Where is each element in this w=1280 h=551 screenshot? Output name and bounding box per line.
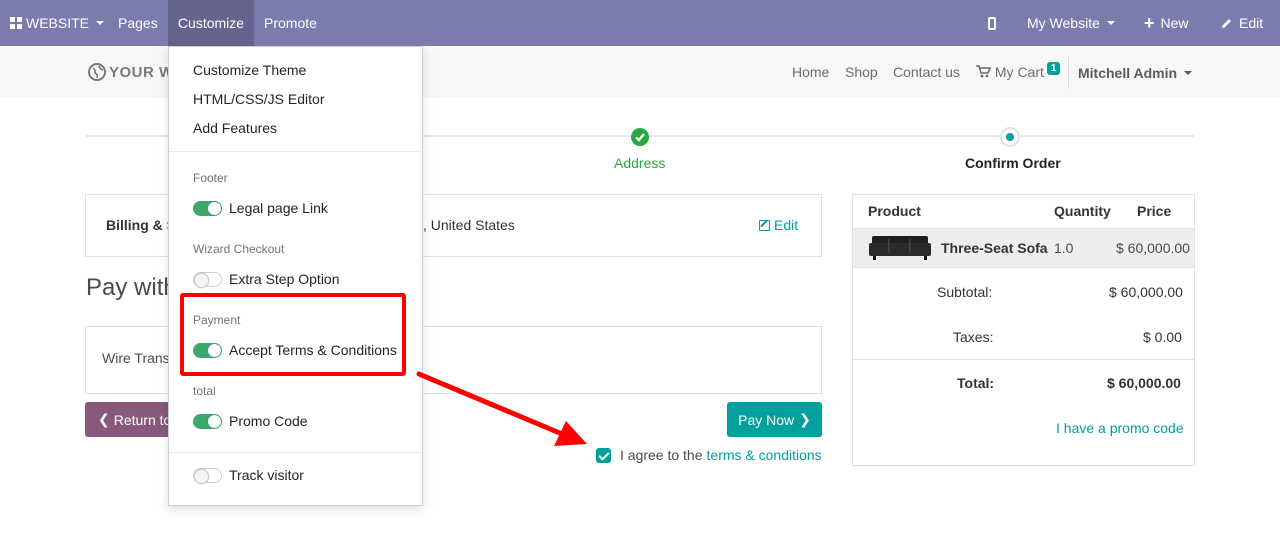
toggle-label: Track visitor xyxy=(229,467,304,483)
new-button[interactable]: + New xyxy=(1144,0,1189,46)
taxes-label: Taxes: xyxy=(953,329,994,345)
cart-label: My Cart xyxy=(994,64,1044,80)
menu-item-html-css-js-editor[interactable]: HTML/CSS/JS Editor xyxy=(193,91,324,107)
toggle-track-visitor[interactable]: Track visitor xyxy=(193,467,304,484)
user-menu[interactable]: Mitchell Admin xyxy=(1068,56,1193,89)
step-done-check-icon xyxy=(631,128,649,146)
mobile-icon xyxy=(988,16,996,30)
product-quantity: 1.0 xyxy=(1054,240,1074,256)
nav-shop[interactable]: Shop xyxy=(845,64,878,80)
user-name: Mitchell Admin xyxy=(1078,64,1178,81)
pay-now-label: Pay Now xyxy=(738,411,795,428)
my-website-menu[interactable]: My Website xyxy=(1027,0,1115,46)
mobile-preview-button[interactable] xyxy=(988,0,996,46)
col-header-quantity: Quantity xyxy=(1054,203,1111,219)
billing-address-text: , United States xyxy=(423,217,515,233)
col-header-price: Price xyxy=(1137,203,1172,219)
payment-method-label: Wire Trans xyxy=(102,350,170,366)
step-current-dot-icon xyxy=(1000,127,1020,147)
order-summary-card: Product Quantity Price Three-Seat Sofa 1… xyxy=(852,194,1195,466)
promo-code-link[interactable]: I have a promo code xyxy=(1056,420,1184,436)
nav-cart[interactable]: My Cart 1 xyxy=(976,62,1061,81)
customize-dropdown-menu: Customize Theme HTML/CSS/JS Editor Add F… xyxy=(168,46,423,506)
toggle-promo-code[interactable]: Promo Code xyxy=(193,413,308,429)
my-website-label: My Website xyxy=(1027,15,1100,31)
divider xyxy=(169,452,422,453)
caret-down-icon xyxy=(1106,21,1115,25)
menu-item-customize-theme[interactable]: Customize Theme xyxy=(193,62,306,78)
terms-checkbox[interactable] xyxy=(596,447,611,463)
toggle-accept-terms-conditions[interactable]: Accept Terms & Conditions xyxy=(193,342,397,358)
billing-label: Billing & S xyxy=(106,217,176,233)
total-value: $ 60,000.00 xyxy=(1107,375,1181,391)
cart-count-badge: 1 xyxy=(1046,62,1061,75)
terms-agreement: I agree to the terms & conditions xyxy=(596,447,822,463)
section-header-payment: Payment xyxy=(193,313,241,327)
menu-item-add-features[interactable]: Add Features xyxy=(193,120,277,136)
toggle-extra-step-option[interactable]: Extra Step Option xyxy=(193,271,340,288)
apps-grid-icon xyxy=(10,17,22,29)
toggle-switch-off[interactable] xyxy=(193,271,222,288)
customize-menu[interactable]: Customize xyxy=(168,0,254,46)
toggle-switch-off[interactable] xyxy=(193,467,222,484)
product-name[interactable]: Three-Seat Sofa xyxy=(941,240,1048,256)
subtotal-label: Subtotal: xyxy=(937,284,993,300)
product-price: $ 60,000.00 xyxy=(1116,240,1190,256)
toggle-switch-on[interactable] xyxy=(193,413,222,429)
pay-now-button[interactable]: Pay Now ❯ xyxy=(727,402,822,437)
toggle-label: Extra Step Option xyxy=(229,271,340,287)
promote-menu[interactable]: Promote xyxy=(264,0,317,46)
toggle-label: Accept Terms & Conditions xyxy=(229,342,397,358)
pencil-icon xyxy=(1222,18,1231,28)
wizard-step-address[interactable]: Address xyxy=(614,155,665,171)
edit-label: Edit xyxy=(1239,15,1264,31)
toggle-switch-on[interactable] xyxy=(193,200,222,216)
section-header-footer: Footer xyxy=(193,171,228,185)
site-logo[interactable]: YOUR W xyxy=(88,63,174,81)
pages-menu[interactable]: Pages xyxy=(118,0,158,46)
website-menu-label: WEBSITE xyxy=(26,15,90,31)
agree-text: I agree to the xyxy=(620,447,703,463)
toggle-legal-page-link[interactable]: Legal page Link xyxy=(193,200,328,216)
terms-link[interactable]: terms & conditions xyxy=(707,447,822,463)
edit-button[interactable]: Edit xyxy=(1220,0,1263,46)
edit-icon xyxy=(759,219,770,231)
total-label: Total: xyxy=(957,375,995,391)
new-label: New xyxy=(1160,15,1189,31)
toggle-label: Legal page Link xyxy=(229,200,328,216)
toggle-label: Promo Code xyxy=(229,413,308,429)
payment-title: Pay with xyxy=(86,274,177,301)
section-header-total: total xyxy=(193,384,216,398)
toggle-switch-on[interactable] xyxy=(193,342,222,358)
caret-down-icon xyxy=(1184,70,1193,75)
cart-icon xyxy=(976,65,992,78)
sofa-product-image xyxy=(869,236,931,260)
divider xyxy=(169,151,422,152)
nav-home[interactable]: Home xyxy=(792,64,829,80)
subtotal-value: $ 60,000.00 xyxy=(1109,284,1183,300)
divider xyxy=(853,359,1194,360)
billing-edit-link[interactable]: Edit xyxy=(759,217,798,233)
website-menu[interactable]: WEBSITE xyxy=(10,0,105,46)
plus-icon: + xyxy=(1144,13,1155,33)
wizard-step-confirm-order: Confirm Order xyxy=(965,155,1061,171)
taxes-value: $ 0.00 xyxy=(1143,329,1182,345)
return-label: Return to xyxy=(113,411,172,428)
globe-icon xyxy=(88,63,106,81)
billing-edit-label: Edit xyxy=(774,217,799,233)
col-header-product: Product xyxy=(868,203,921,219)
table-row: Three-Seat Sofa 1.0 $ 60,000.00 xyxy=(853,228,1194,268)
caret-down-icon xyxy=(96,21,105,25)
chevron-right-icon: ❯ xyxy=(799,411,811,427)
section-header-wizard-checkout: Wizard Checkout xyxy=(193,242,285,256)
logo-text: YOUR W xyxy=(109,63,174,81)
chevron-left-icon: ❮ xyxy=(98,411,110,427)
nav-contact[interactable]: Contact us xyxy=(893,64,960,80)
